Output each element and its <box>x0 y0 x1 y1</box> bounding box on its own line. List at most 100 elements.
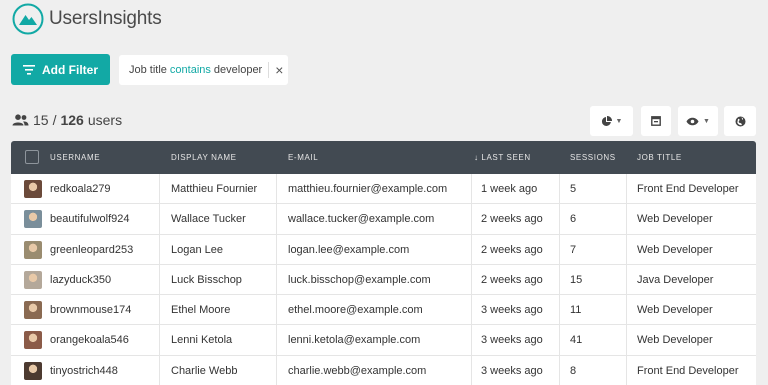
add-filter-button[interactable]: Add Filter <box>11 54 110 85</box>
filter-field: Job title <box>129 64 167 76</box>
avatar[interactable] <box>24 331 42 350</box>
column-divider <box>559 264 560 295</box>
cell-username[interactable]: beautifulwolf924 <box>50 213 130 225</box>
eye-icon <box>686 117 699 125</box>
cell-last-seen: 2 weeks ago <box>481 273 543 286</box>
cell-display-name: Lenni Ketola <box>171 334 233 347</box>
columns-visibility-button[interactable]: ▼ <box>678 106 718 136</box>
remove-filter-button[interactable]: × <box>275 63 283 77</box>
cell-job-title: Java Developer <box>637 273 714 286</box>
avatar[interactable] <box>24 301 42 320</box>
column-divider <box>159 355 160 385</box>
column-header-last-seen[interactable]: ↓ Last Seen <box>474 153 531 162</box>
column-divider <box>159 234 160 264</box>
user-count: 15 / 126 users <box>12 112 122 128</box>
cell-sessions: 41 <box>570 334 583 347</box>
cell-email: luck.bisschop@example.com <box>288 273 431 286</box>
column-divider <box>159 264 160 295</box>
table-row[interactable]: brownmouse174 Ethel Moore ethel.moore@exam… <box>11 295 756 326</box>
cell-display-name: Matthieu Fournier <box>171 183 258 195</box>
table-row[interactable]: tinyostrich448 Charlie Webb charlie.webb@e… <box>11 355 756 385</box>
select-all-checkbox[interactable] <box>25 150 39 164</box>
cell-sessions: 11 <box>570 304 582 317</box>
export-box-icon <box>651 116 661 126</box>
cell-username[interactable]: redkoala279 <box>50 183 111 195</box>
mountain-logo-icon <box>12 3 44 35</box>
avatar[interactable] <box>24 270 42 289</box>
column-divider <box>276 295 277 325</box>
column-divider <box>159 325 160 355</box>
column-divider <box>276 355 277 385</box>
column-divider <box>471 325 472 355</box>
column-divider <box>471 295 472 325</box>
column-divider <box>471 204 472 234</box>
export-button[interactable] <box>641 106 671 136</box>
cell-job-title: Web Developer <box>637 304 713 317</box>
cell-display-name: Luck Bisschop <box>171 273 242 286</box>
column-divider <box>471 264 472 295</box>
cell-email: wallace.tucker@example.com <box>288 213 435 226</box>
column-divider <box>626 355 627 385</box>
column-divider <box>276 234 277 264</box>
column-header-email[interactable]: E-mail <box>288 153 318 162</box>
active-filter-chip[interactable]: Job title contains developer × <box>119 55 288 85</box>
chevron-down-icon: ▼ <box>703 117 710 125</box>
avatar[interactable] <box>24 210 42 229</box>
column-divider <box>559 325 560 355</box>
cell-username[interactable]: lazyduck350 <box>50 274 111 286</box>
map-view-button[interactable] <box>724 106 756 136</box>
column-header-display-name[interactable]: Display Name <box>171 153 237 162</box>
cell-username[interactable]: greenleopard253 <box>50 244 133 256</box>
filter-value: developer <box>213 64 263 76</box>
filter-lines-icon <box>23 64 35 75</box>
segments-button[interactable]: ▼ <box>590 106 633 136</box>
column-header-sessions[interactable]: Sessions <box>570 153 616 162</box>
cell-display-name: Logan Lee <box>171 243 223 256</box>
column-header-job-title[interactable]: Job Title <box>637 153 682 162</box>
column-divider <box>559 295 560 325</box>
column-divider <box>626 174 627 204</box>
cell-last-seen: 3 weeks ago <box>481 364 543 377</box>
cell-last-seen: 3 weeks ago <box>481 304 543 317</box>
column-divider <box>276 204 277 234</box>
column-divider <box>471 234 472 264</box>
column-divider <box>159 295 160 325</box>
app-name: UsersInsights <box>49 8 162 29</box>
column-divider <box>626 264 627 295</box>
cell-display-name: Wallace Tucker <box>171 213 246 226</box>
avatar[interactable] <box>24 240 42 259</box>
cell-email: logan.lee@example.com <box>288 243 410 256</box>
table-row[interactable]: lazyduck350 Luck Bisschop luck.bisschop@ex… <box>11 264 756 296</box>
cell-job-title: Web Developer <box>637 334 713 347</box>
avatar[interactable] <box>24 361 42 380</box>
column-divider <box>559 174 560 204</box>
cell-username[interactable]: tinyostrich448 <box>50 365 118 377</box>
table-row[interactable]: redkoala279 Matthieu Fournier matthieu.fou… <box>11 174 756 205</box>
table-row[interactable]: orangekoala546 Lenni Ketola lenni.ketola@e… <box>11 325 756 356</box>
cell-last-seen: 2 weeks ago <box>481 213 543 226</box>
cell-sessions: 15 <box>570 273 583 286</box>
cell-sessions: 6 <box>570 213 577 226</box>
column-divider <box>159 204 160 234</box>
column-header-username[interactable]: Username <box>50 153 100 162</box>
column-divider <box>626 295 627 325</box>
cell-sessions: 8 <box>570 364 577 377</box>
table-row[interactable]: beautifulwolf924 Wallace Tucker wallace.tu… <box>11 204 756 235</box>
table-body: redkoala279 Matthieu Fournier matthieu.fou… <box>11 174 756 385</box>
cell-job-title: Web Developer <box>637 243 713 256</box>
avatar[interactable] <box>24 180 42 198</box>
column-divider <box>159 174 160 204</box>
cell-username[interactable]: brownmouse174 <box>50 304 131 316</box>
column-divider <box>559 204 560 234</box>
column-divider <box>559 234 560 264</box>
cell-email: matthieu.fournier@example.com <box>288 183 448 195</box>
cell-email: ethel.moore@example.com <box>288 304 423 317</box>
cell-username[interactable]: orangekoala546 <box>50 334 129 346</box>
table-row[interactable]: greenleopard253 Logan Lee logan.lee@exampl… <box>11 234 756 265</box>
column-divider <box>276 174 277 204</box>
cell-last-seen: 3 weeks ago <box>481 334 543 347</box>
column-divider <box>471 174 472 204</box>
cell-last-seen: 1 week ago <box>481 183 538 195</box>
count-unit: users <box>87 112 123 128</box>
column-divider <box>626 204 627 234</box>
